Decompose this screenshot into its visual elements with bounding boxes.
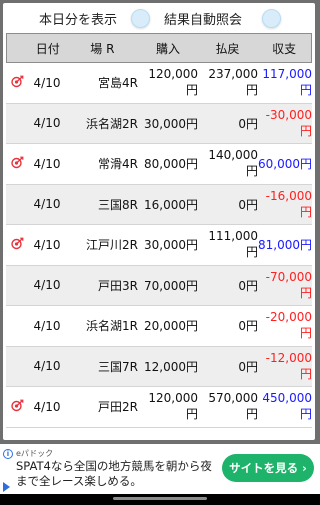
row-payout: 0円: [238, 278, 258, 293]
table-row[interactable]: 4/10 三国7R 12,000円 0円 -12,000円: [6, 346, 312, 387]
row-balance: 117,000円: [262, 67, 312, 98]
row-bet: 80,000円: [144, 157, 198, 172]
row-venue: 戸田3R: [98, 278, 138, 293]
row-balance: 450,000円: [262, 391, 312, 422]
row-balance: -70,000円: [265, 269, 312, 300]
row-venue: 三国7R: [98, 359, 138, 374]
show-today-switch[interactable]: [131, 8, 151, 28]
row-venue: 戸田2R: [98, 400, 138, 415]
row-bet: 70,000円: [144, 278, 198, 293]
row-bet: 30,000円: [144, 238, 198, 253]
ad-brand: eパドック: [16, 449, 54, 458]
row-date: 4/10: [33, 237, 61, 252]
row-date: 4/10: [33, 197, 61, 212]
row-balance: -16,000円: [265, 188, 312, 219]
row-bet: 20,000円: [144, 319, 198, 334]
table-header: 日付 場 R 購入 払戻 収支: [6, 33, 312, 63]
row-date: 4/10: [33, 278, 61, 293]
row-venue: 江戸川2R: [86, 238, 138, 253]
show-today-toggle[interactable]: 本日分を表示: [39, 8, 151, 28]
header-date: 日付: [35, 41, 60, 56]
row-payout: 0円: [238, 359, 258, 374]
row-bet: 120,000円: [148, 391, 198, 422]
row-payout: 140,000円: [208, 148, 258, 179]
table-row[interactable]: 4/10 戸田2R 120,000円 570,000円 450,000円: [6, 387, 312, 428]
play-icon[interactable]: [3, 482, 10, 492]
row-balance: -30,000円: [265, 107, 312, 138]
table-row[interactable]: 4/10 浜名湖2R 30,000円 0円 -30,000円: [6, 103, 312, 144]
row-venue: 三国8R: [98, 197, 138, 212]
system-nav-bar: [0, 494, 320, 505]
row-date: 4/10: [33, 359, 61, 374]
row-payout: 111,000円: [208, 229, 258, 260]
row-date: 4/10: [33, 75, 61, 90]
row-balance: -20,000円: [265, 310, 312, 341]
row-bet: 12,000円: [144, 359, 198, 374]
row-bet: 120,000円: [148, 67, 198, 98]
table-row[interactable]: 4/10 浜名湖1R 20,000円 0円 -20,000円: [6, 306, 312, 347]
row-venue: 浜名湖1R: [86, 319, 138, 334]
row-date: 4/10: [33, 399, 61, 414]
home-gesture-bar[interactable]: [113, 497, 207, 500]
row-venue: 宮島4R: [98, 76, 138, 91]
row-date: 4/10: [33, 318, 61, 333]
auto-result-switch[interactable]: [262, 8, 282, 28]
table-row[interactable]: 4/10 宮島4R 120,000円 237,000円 117,000円: [6, 63, 312, 104]
header-bet: 購入: [155, 41, 180, 56]
row-date: 4/10: [33, 116, 61, 131]
header-venue: 場 R: [90, 41, 115, 56]
ad-cta-button[interactable]: サイトを見る ›: [222, 454, 314, 482]
table-row[interactable]: 4/10 常滑4R 80,000円 140,000円 60,000円: [6, 144, 312, 185]
ad-banner[interactable]: i eパドック SPAT4なら全国の地方競馬を朝から夜まで全レース楽しめる。 サ…: [0, 444, 320, 494]
hit-mark-cell: [6, 399, 28, 415]
hit-mark-cell: [6, 75, 28, 91]
target-dart-icon: [10, 237, 24, 253]
row-payout: 570,000円: [208, 391, 258, 422]
toggle-bar: 本日分を表示 結果自動照会: [3, 3, 315, 33]
results-panel: 本日分を表示 結果自動照会 日付 場 R 購入 払戻 収支 4/10 宮島4R 12…: [3, 3, 315, 440]
target-dart-icon: [10, 156, 24, 172]
row-balance: 60,000円: [258, 157, 312, 172]
info-icon[interactable]: i: [3, 449, 13, 459]
row-venue: 浜名湖2R: [86, 116, 138, 131]
hit-mark-cell: [6, 237, 28, 253]
row-payout: 0円: [238, 319, 258, 334]
header-payout: 払戻: [215, 41, 240, 56]
row-venue: 常滑4R: [98, 157, 138, 172]
row-balance: -12,000円: [265, 350, 312, 381]
row-date: 4/10: [33, 156, 61, 171]
target-dart-icon: [10, 75, 24, 91]
auto-result-label: 結果自動照会: [164, 12, 243, 28]
ad-text: SPAT4なら全国の地方競馬を朝から夜まで全レース楽しめる。: [16, 459, 212, 488]
auto-result-toggle[interactable]: 結果自動照会: [164, 8, 282, 28]
row-balance: 81,000円: [258, 238, 312, 253]
table-row[interactable]: 4/10 戸田3R 70,000円 0円 -70,000円: [6, 265, 312, 306]
row-payout: 0円: [238, 116, 258, 131]
row-payout: 0円: [238, 197, 258, 212]
header-balance: 収支: [272, 41, 297, 56]
show-today-label: 本日分を表示: [39, 12, 118, 28]
row-bet: 16,000円: [144, 197, 198, 212]
table-row[interactable]: 4/10 三国8R 16,000円 0円 -16,000円: [6, 184, 312, 225]
target-dart-icon: [10, 399, 24, 415]
hit-mark-cell: [6, 156, 28, 172]
row-payout: 237,000円: [208, 67, 258, 98]
table-row[interactable]: 4/10 江戸川2R 30,000円 111,000円 81,000円: [6, 225, 312, 266]
row-bet: 30,000円: [144, 116, 198, 131]
results-list[interactable]: 4/10 宮島4R 120,000円 237,000円 117,000円 4/10 浜名湖2…: [6, 63, 312, 428]
